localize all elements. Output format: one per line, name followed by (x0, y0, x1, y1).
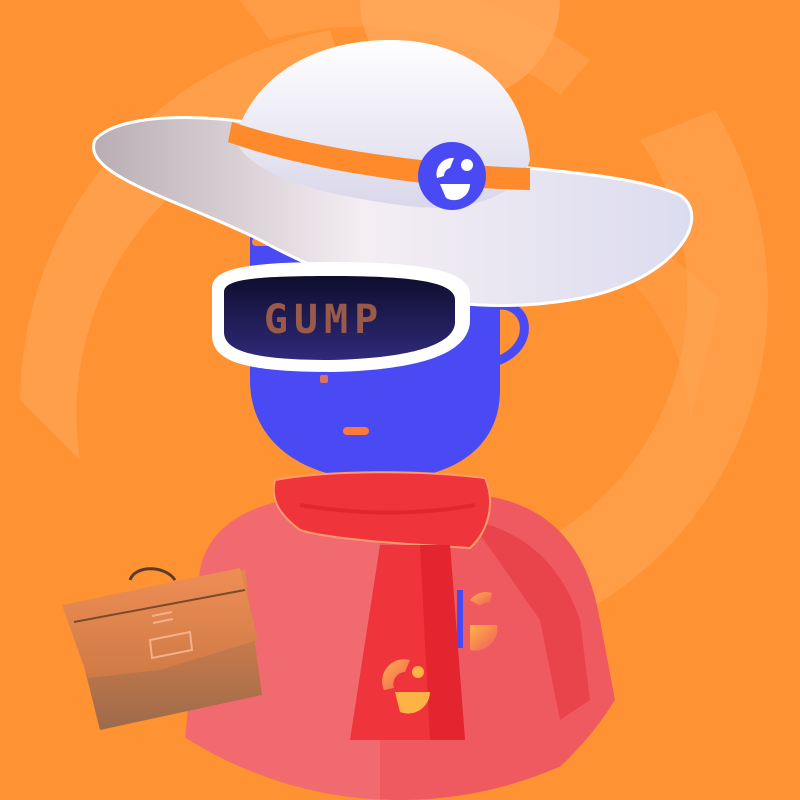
shirt-badge-bar (457, 590, 463, 648)
mouth (343, 427, 369, 435)
avatar-svg: GUMP (0, 0, 800, 800)
avatar-illustration: GUMP (0, 0, 800, 800)
hat-badge (418, 142, 486, 210)
hat-badge-dot (461, 159, 473, 171)
scarf-badge-dot (412, 666, 424, 678)
visor-text: GUMP (264, 297, 384, 343)
nose (320, 375, 328, 383)
